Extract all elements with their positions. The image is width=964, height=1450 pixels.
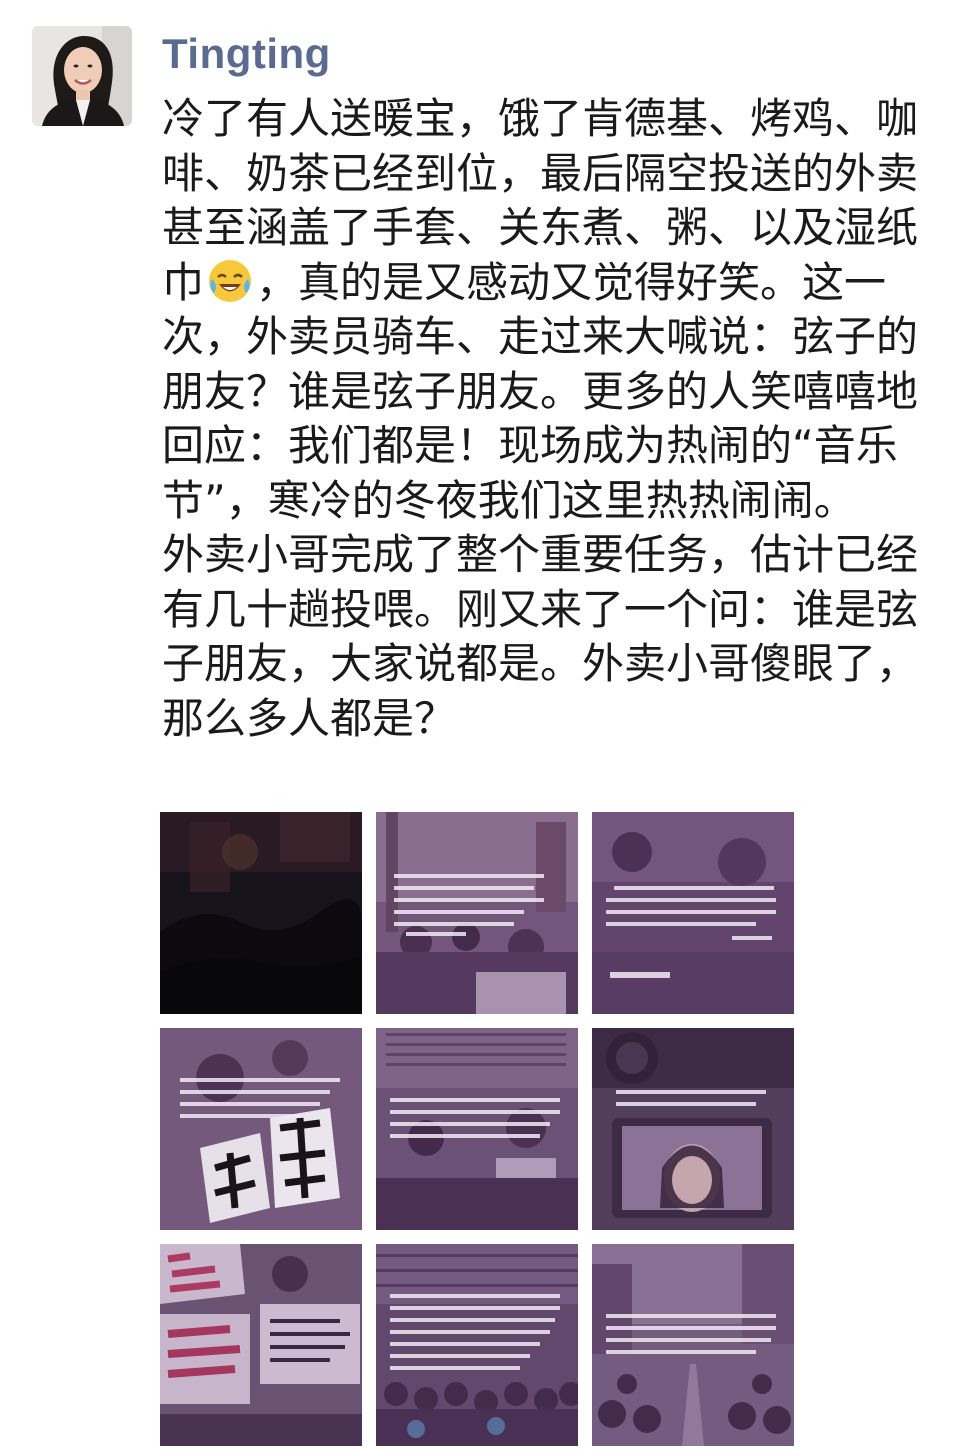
photo-night-crowd[interactable] xyxy=(160,812,362,1014)
photo-building-crowd[interactable] xyxy=(376,1028,578,1230)
photo-grid xyxy=(160,812,794,1446)
post-paragraph-part: ，真的是又感动又觉得好笑。这一次，外卖员骑车、走过来大喊说：弦子的朋友？谁是弦子… xyxy=(162,257,919,525)
post-paragraph: 外卖小哥完成了整个重要任务，估计已经有几十趟投喂。刚又来了一个问：谁是弦子朋友，… xyxy=(162,530,919,743)
post-paragraph: 冷了有人送暖宝，饿了肯德基、烤鸡、咖啡、奶茶已经到位，最后隔空投送的外卖甚至涵盖… xyxy=(162,92,932,528)
author-name[interactable]: Tingting xyxy=(162,26,331,82)
photo-seated-crowd[interactable] xyxy=(376,1244,578,1446)
photo-camera-screen[interactable] xyxy=(592,1028,794,1230)
post-text: 冷了有人送暖宝，饿了肯德基、烤鸡、咖啡、奶茶已经到位，最后隔空投送的外卖甚至涵盖… xyxy=(162,92,932,746)
photo-metoo-quote[interactable] xyxy=(592,812,794,1014)
photo-protest-signs[interactable] xyxy=(160,1244,362,1446)
photo-street-crowd[interactable] xyxy=(592,1244,794,1446)
laughing-crying-emoji xyxy=(209,259,252,302)
avatar[interactable] xyxy=(32,26,132,126)
photo-calligraphy-signs[interactable] xyxy=(160,1028,362,1230)
avatar-photo xyxy=(32,26,132,126)
photo-crowd-quote[interactable] xyxy=(376,812,578,1014)
